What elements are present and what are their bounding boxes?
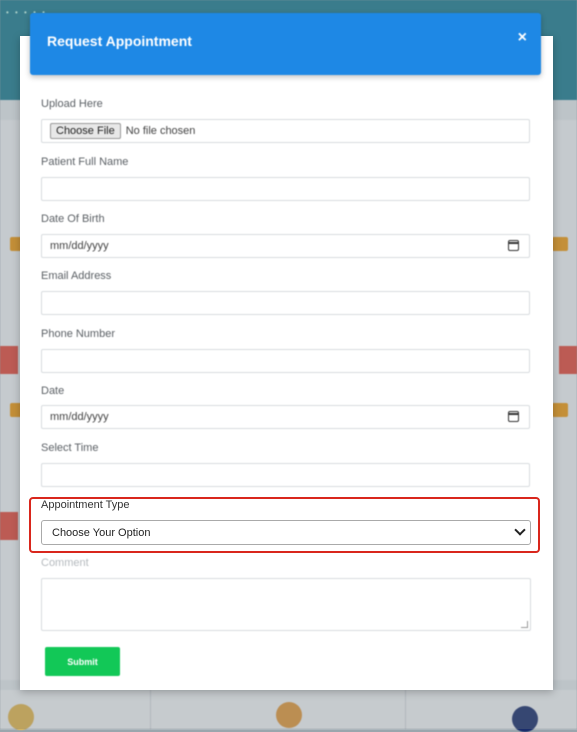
file-status: No file chosen — [125, 125, 196, 137]
patient-name-input[interactable] — [41, 177, 530, 201]
calendar-icon[interactable] — [508, 411, 519, 422]
comment-label: Comment — [41, 557, 89, 569]
close-icon[interactable]: × — [518, 29, 527, 47]
date-label: Date — [41, 385, 65, 397]
dob-placeholder: mm/dd/yyyy — [50, 240, 109, 252]
comment-textarea[interactable] — [41, 578, 531, 631]
appointment-type-value: Choose Your Option — [52, 527, 151, 539]
dob-label: Date Of Birth — [41, 213, 105, 225]
submit-button[interactable]: Submit — [45, 647, 120, 676]
upload-field[interactable]: Choose File No file chosen — [41, 119, 530, 143]
appointment-type-select[interactable]: Choose Your Option — [41, 520, 531, 545]
phone-input[interactable] — [41, 349, 530, 373]
date-placeholder: mm/dd/yyyy — [50, 411, 109, 423]
phone-label: Phone Number — [41, 328, 115, 340]
modal-header: Request Appointment × — [30, 13, 541, 75]
upload-label: Upload Here — [41, 98, 103, 110]
modal-title: Request Appointment — [47, 33, 192, 49]
appointment-type-label: Appointment Type — [41, 499, 130, 511]
time-label: Select Time — [41, 442, 99, 454]
date-input[interactable]: mm/dd/yyyy — [41, 405, 530, 429]
email-label: Email Address — [41, 270, 112, 282]
email-input[interactable] — [41, 291, 530, 315]
calendar-icon[interactable] — [508, 240, 519, 251]
choose-file-button[interactable]: Choose File — [50, 123, 121, 139]
dob-input[interactable]: mm/dd/yyyy — [41, 234, 530, 258]
time-input[interactable] — [41, 463, 530, 487]
chevron-down-icon — [514, 524, 526, 536]
patient-name-label: Patient Full Name — [41, 156, 129, 168]
resize-handle-icon[interactable] — [521, 621, 528, 628]
